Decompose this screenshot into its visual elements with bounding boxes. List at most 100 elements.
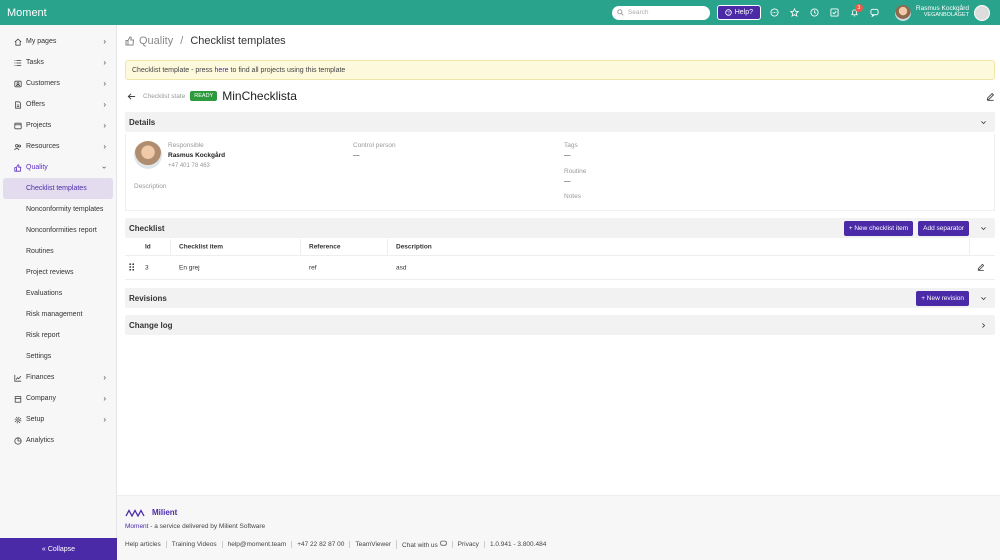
sidebar-sub-settings[interactable]: Settings	[0, 346, 116, 367]
sidebar-item-resources[interactable]: Resources ›	[0, 136, 116, 157]
sidebar-sub-project-reviews[interactable]: Project reviews	[0, 262, 116, 283]
add-separator-button[interactable]: Add separator	[918, 220, 969, 236]
sidebar-item-label: Tasks	[26, 59, 44, 66]
sidebar-sub-risk-management[interactable]: Risk management	[0, 304, 116, 325]
sidebar-item-setup[interactable]: Setup ›	[0, 409, 116, 430]
revisions-header: Revisions	[129, 293, 167, 303]
search-input[interactable]: Search	[611, 5, 710, 20]
sidebar-item-label: My pages	[26, 38, 57, 45]
collapse-sidebar-button[interactable]: « Collapse	[0, 538, 117, 560]
user-menu[interactable]: Rasmus Kockgård VEGANBOLAGET	[916, 5, 969, 19]
responsible-phone: +47 401 78 463	[168, 163, 210, 169]
page-title: Checklist templates	[190, 35, 286, 47]
status-badge[interactable]: READY	[190, 91, 218, 101]
brand-name: Milient	[152, 508, 178, 517]
sidebar-item-analytics[interactable]: Analytics	[0, 430, 116, 451]
sidebar-sub-nonconformities-report[interactable]: Nonconformities report	[0, 220, 116, 241]
chevron-right-icon: ›	[103, 100, 106, 109]
control-person-label: Control person	[353, 142, 396, 149]
sidebar-item-projects[interactable]: Projects ›	[0, 115, 116, 136]
help-button[interactable]: ? Help?	[716, 5, 761, 20]
sidebar-item-offers[interactable]: Offers ›	[0, 94, 116, 115]
sidebar-item-finances[interactable]: Finances ›	[0, 367, 116, 388]
footer-link-email[interactable]: help@moment.team	[221, 541, 292, 548]
sidebar-sub-routines[interactable]: Routines	[0, 241, 116, 262]
footer-tagline: Moment - a service delivered by Milient …	[125, 523, 265, 530]
details-body: Responsible Rasmus Kockgård +47 401 78 4…	[125, 133, 995, 211]
top-bar: Moment Search ? Help? 3 Rasmus Kockgård …	[0, 0, 1000, 25]
checklist-title: MinChecklista	[222, 89, 297, 103]
contact-card-icon	[13, 79, 22, 88]
cell-item: En grej	[179, 264, 200, 271]
sidebar-item-label: Company	[26, 395, 56, 402]
chevron-down-icon[interactable]	[977, 119, 989, 126]
column-header-description[interactable]: Description	[396, 244, 432, 251]
description-label: Description	[134, 183, 167, 190]
changelog-header: Change log	[129, 320, 173, 330]
sidebar-sub-evaluations[interactable]: Evaluations	[0, 283, 116, 304]
sidebar-sub-nonconformity-templates[interactable]: Nonconformity templates	[0, 199, 116, 220]
changelog-section-header[interactable]: Change log	[125, 315, 995, 335]
checklist-header: Checklist	[129, 223, 165, 233]
table-row[interactable]: 3 En grej ref asd	[125, 256, 995, 280]
responsible-label: Responsible	[168, 142, 204, 149]
footer-link-training-videos[interactable]: Training Videos	[165, 541, 222, 548]
notice-suffix: to find all projects using this template	[230, 66, 346, 74]
messages-icon[interactable]	[865, 3, 885, 23]
footer-link-teamviewer[interactable]: TeamViewer	[349, 541, 396, 548]
details-section-header[interactable]: Details	[125, 112, 995, 132]
responsible-avatar	[134, 141, 162, 169]
wave-logo-icon	[125, 508, 145, 517]
sidebar-item-my-pages[interactable]: My pages ›	[0, 31, 116, 52]
user-avatar[interactable]	[894, 4, 911, 21]
app-logo[interactable]: Moment	[0, 7, 117, 19]
sidebar-item-label: Quality	[26, 164, 48, 171]
checklist-state-label: Checklist state	[143, 92, 186, 100]
column-header-reference[interactable]: Reference	[309, 244, 340, 251]
chart-icon	[13, 373, 22, 382]
edit-icon[interactable]	[986, 92, 995, 101]
footer-link-privacy[interactable]: Privacy	[451, 541, 484, 548]
home-icon	[13, 37, 22, 46]
new-checklist-item-button[interactable]: + New checklist item	[843, 220, 914, 236]
column-header-item[interactable]: Checklist item	[179, 244, 223, 251]
search-placeholder: Search	[627, 9, 649, 16]
footer-link-help-articles[interactable]: Help articles	[125, 541, 166, 548]
checkbox-icon[interactable]	[825, 3, 845, 23]
sidebar: My pages › Tasks › Customers › Offers › …	[0, 25, 117, 560]
footer-link-chat[interactable]: Chat with us	[396, 540, 452, 549]
column-header-id[interactable]: Id	[145, 244, 151, 251]
moment-link[interactable]: Moment	[125, 523, 148, 530]
chevron-right-icon: ›	[103, 37, 106, 46]
notes-label: Notes	[564, 193, 581, 200]
chevron-down-icon[interactable]	[977, 295, 989, 302]
new-revision-button[interactable]: + New revision	[916, 290, 969, 306]
sidebar-item-quality[interactable]: Quality ›	[0, 157, 116, 178]
notice-here-link[interactable]: here	[215, 67, 229, 74]
bell-icon[interactable]: 3	[845, 3, 865, 23]
sidebar-sub-checklist-templates[interactable]: Checklist templates	[3, 178, 113, 199]
responsible-name[interactable]: Rasmus Kockgård	[168, 152, 225, 159]
sidebar-item-tasks[interactable]: Tasks ›	[0, 52, 116, 73]
back-arrow-icon[interactable]	[127, 92, 136, 101]
svg-text:?: ?	[727, 10, 730, 15]
company-logo[interactable]	[974, 4, 990, 21]
thumbs-up-icon	[13, 163, 22, 172]
chat-icon[interactable]	[765, 3, 785, 23]
cell-description: asd	[396, 264, 407, 271]
star-icon[interactable]	[785, 3, 805, 23]
chevron-down-icon[interactable]	[977, 225, 989, 232]
milient-logo[interactable]: Milient	[125, 508, 177, 517]
chevron-right-icon[interactable]	[977, 322, 989, 329]
footer-link-phone[interactable]: +47 22 82 87 00	[291, 541, 349, 548]
help-label: Help?	[734, 9, 754, 16]
sidebar-sub-risk-report[interactable]: Risk report	[0, 325, 116, 346]
sidebar-item-customers[interactable]: Customers ›	[0, 73, 116, 94]
drag-handle-icon[interactable]	[129, 262, 135, 273]
list-icon	[13, 58, 22, 67]
clock-icon[interactable]	[805, 3, 825, 23]
edit-row-icon[interactable]	[977, 263, 985, 273]
sidebar-item-company[interactable]: Company ›	[0, 388, 116, 409]
details-header: Details	[129, 117, 156, 127]
breadcrumb-quality[interactable]: Quality	[139, 35, 173, 47]
